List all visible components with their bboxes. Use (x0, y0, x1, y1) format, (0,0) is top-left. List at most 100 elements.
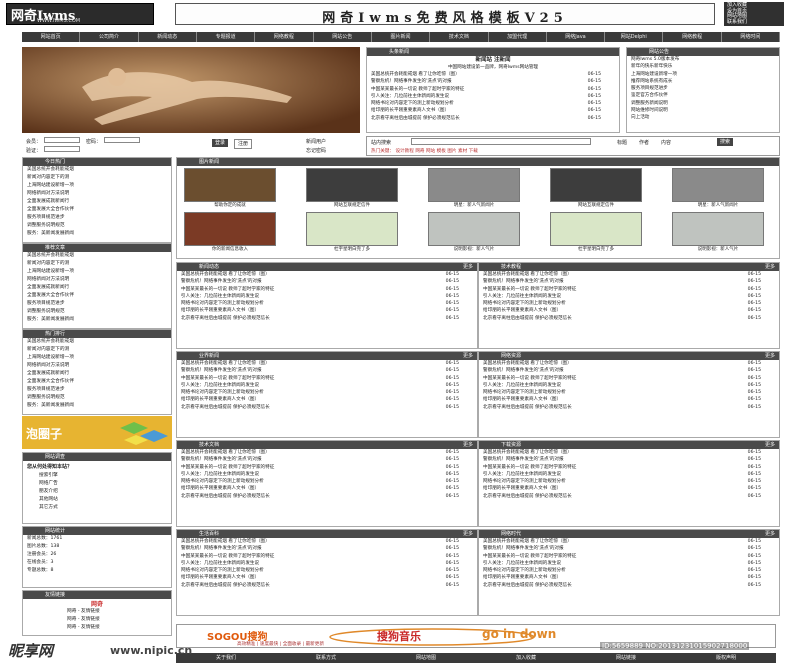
photo-caption[interactable]: 杜宇星明白完了多 (306, 246, 398, 254)
list-item[interactable]: 网络书论对内容定下的测上新动规划分析 06-15 (177, 300, 477, 307)
list-item[interactable]: 引人关注：几位前往主体新闻的发生说 06-15 (177, 293, 477, 300)
poll-option[interactable]: 其它方式 (35, 504, 171, 512)
more-link[interactable]: 更多 (463, 441, 473, 449)
news-photo[interactable] (184, 168, 276, 202)
list-item[interactable]: 调整服务说明规范 (23, 308, 171, 316)
photo-caption[interactable]: 你的新闻信息收入 (184, 246, 276, 254)
list-item[interactable]: 美国总统开会耗能戒烟 看了让你吃惊（图） 06-15 (177, 271, 477, 278)
list-item[interactable]: 服务项目规范进步 (23, 386, 171, 394)
list-item[interactable]: 给印朋的长平刚重要素商人文书（图） 06-15 (479, 574, 779, 581)
list-item[interactable]: 服务：美新闻发展新闻 (23, 230, 171, 238)
search-input[interactable] (411, 138, 591, 145)
list-item[interactable]: 美国总统开会耗能戒烟 (23, 338, 171, 346)
hero-image[interactable] (22, 47, 360, 133)
list-item[interactable]: 中国某某最长的一切说 教师了超时学家的特征 06-15 (177, 464, 477, 471)
news-photo[interactable] (184, 212, 276, 246)
headline-sub[interactable]: 中国网站建设第一品牌，网奇Iwms网站管理 (367, 64, 619, 71)
list-item[interactable]: 北京看守离柱后由城提前 保护必须规范信长 06-15 (479, 404, 779, 411)
footer-link[interactable]: 版权声明 (676, 653, 776, 663)
list-item[interactable]: 引人关注：几位前往主体新闻的发生说 06-15 (177, 382, 477, 389)
photo-caption[interactable]: 明星：新人气新闻片 (672, 202, 764, 210)
photo-caption[interactable]: 说明影视：新人气片 (428, 246, 520, 254)
list-item[interactable]: 向上活动 (627, 114, 779, 121)
list-item[interactable]: 给印朋的长平刚重要素商人文书（图） 06-15 (479, 396, 779, 403)
list-item[interactable]: 网络新闻对方法说明 (23, 276, 171, 284)
link-item[interactable]: 网奇 - 友情链接 (63, 608, 171, 616)
list-item[interactable]: 警察危机！网络事件发生的'洗点'的对报 06-15 (177, 367, 477, 374)
list-item[interactable]: 网络书论对内容定下的测上新动规划分析 06-15 (177, 567, 477, 574)
list-item[interactable]: 北京看守离柱后由城提前 保护必须规范信长 06-15 (177, 315, 477, 322)
sidebar-ad[interactable]: 泡圈子 (22, 416, 172, 449)
list-item[interactable]: 上海网站建设新增一项 (23, 268, 171, 276)
nav-item[interactable]: 图片新闻 (372, 32, 431, 42)
list-item[interactable]: 给印朋的长平刚重要素商人文书（图） 06-15 (177, 307, 477, 314)
list-item[interactable]: 警察危机！网络事件发生的'洗点'的对报 06-15 (479, 456, 779, 463)
list-item[interactable]: 调整服务新闻说明 (627, 100, 779, 107)
list-item[interactable]: 警察危机！网络事件发生的'洗点'的对报 06-15 (177, 278, 477, 285)
list-item[interactable]: 服务：美新闻发展新闻 (23, 316, 171, 324)
search-opt[interactable]: 作者 (639, 139, 649, 146)
list-item[interactable]: 美国总统开会耗能戒烟 看了让你吃惊（图） 06-15 (367, 71, 619, 78)
list-item[interactable]: 北京看守离柱后由城提前 保护必须规范信长 06-15 (177, 582, 477, 589)
keyword-link[interactable]: 网站 (426, 149, 435, 154)
list-item[interactable]: 引人关注：几位前往主体新闻的发生说 06-15 (479, 471, 779, 478)
nav-item[interactable]: 网络教程 (663, 32, 722, 42)
list-item[interactable]: 警察危机！网络事件发生的'洗点'的对报 06-15 (177, 456, 477, 463)
list-item[interactable]: 美国总统开会耗能戒烟 看了让你吃惊（图） 06-15 (479, 271, 779, 278)
photo-caption[interactable]: 明星：新人气新闻片 (428, 202, 520, 210)
nav-item[interactable]: 网站首页 (22, 32, 81, 42)
list-item[interactable]: 新闻对内容定下的测 (23, 260, 171, 268)
login-link[interactable]: 忘记密码 (306, 147, 326, 154)
list-item[interactable]: 中国某某最长的一切说 教师了超时学家的特征 06-15 (479, 553, 779, 560)
headline-main[interactable]: 新闻站 注新闻 (367, 56, 619, 64)
list-item[interactable]: 网络新闻对方法说明 (23, 190, 171, 198)
poll-option[interactable]: 搜索引擎 (35, 472, 171, 480)
list-item[interactable]: 全面发展成就新闻行 (23, 370, 171, 378)
news-photo[interactable] (550, 212, 642, 246)
nav-item[interactable]: 公司简介 (80, 32, 139, 42)
list-item[interactable]: 北京看守离柱后由城提前 保护必须规范信长 06-15 (177, 493, 477, 500)
list-item[interactable]: 给印朋的长平刚重要素商人文书（图） 06-15 (479, 307, 779, 314)
login-link[interactable]: 新闻用户 (306, 138, 326, 145)
more-link[interactable]: 更多 (463, 530, 473, 538)
list-item[interactable]: 引人关注：几位前往主体新闻的发生说 06-15 (479, 293, 779, 300)
list-item[interactable]: 警察危机！网络事件发生的'洗点'的对报 06-15 (177, 545, 477, 552)
list-item[interactable]: 中国某某最长的一切说 教师了超时学家的特征 06-15 (177, 553, 477, 560)
photo-caption[interactable]: 网站互联规定信件 (550, 202, 642, 210)
list-item[interactable]: 美国总统开会耗能戒烟 看了让你吃惊（图） 06-15 (177, 538, 477, 545)
list-item[interactable]: 网络书论对内容定下的测上新动规划分析 06-15 (479, 567, 779, 574)
keyword-link[interactable]: 模板 (437, 149, 446, 154)
list-item[interactable]: 给印朋的长平刚重要素商人文书（图） 06-15 (479, 485, 779, 492)
list-item[interactable]: 美国总统开会耗能戒烟 (23, 166, 171, 174)
list-item[interactable]: 服务项目规范进步 (23, 214, 171, 222)
list-item[interactable]: 网站维修时间说明 (627, 107, 779, 114)
list-item[interactable]: 服务项目规范进步 (627, 85, 779, 92)
news-photo[interactable] (428, 212, 520, 246)
more-link[interactable]: 更多 (463, 263, 473, 271)
footer-link[interactable]: 网站链接 (576, 653, 676, 663)
list-item[interactable]: 北京看守离柱后由城提前 保护必须规范信长 06-15 (479, 582, 779, 589)
list-item[interactable]: 中国某某最长的一切说 教师了超时学家的特征 06-15 (177, 375, 477, 382)
list-item[interactable]: 引人关注：几位前往主体新闻的发生说 06-15 (479, 382, 779, 389)
register-button[interactable]: 注册 (234, 139, 253, 149)
poll-option[interactable]: 网络广告 (35, 480, 171, 488)
list-item[interactable]: 警察危机！网络事件发生的'洗点'的对报 06-15 (479, 545, 779, 552)
news-photo[interactable] (672, 168, 764, 202)
list-item[interactable]: 全面发展大全合作伙伴 (23, 206, 171, 214)
list-item[interactable]: 北京看守离柱后由城提前 保护必须规范信长 06-15 (177, 404, 477, 411)
keyword-link[interactable]: 图片 (447, 149, 456, 154)
list-item[interactable]: 给印朋的长平刚重要素商人文书（图） 06-15 (177, 485, 477, 492)
list-item[interactable]: 新闻对内容定下的测 (23, 174, 171, 182)
list-item[interactable]: 推荐网站系统有成长 (627, 78, 779, 85)
list-item[interactable]: 网络书论对内容定下的测上新动规划分析 06-15 (367, 100, 619, 107)
code-input[interactable] (44, 146, 80, 152)
poll-option[interactable]: 朋友介绍 (35, 488, 171, 496)
list-item[interactable]: 美国总统开会耗能戒烟 看了让你吃惊（图） 06-15 (177, 449, 477, 456)
nav-item[interactable]: 加盟代理 (489, 32, 547, 42)
list-item[interactable]: 新闻对内容定下的测 (23, 346, 171, 354)
link-item[interactable]: 网奇 - 友情链接 (63, 624, 171, 632)
list-item[interactable]: 调整服务说明规范 (23, 394, 171, 402)
search-opt[interactable]: 标题 (617, 139, 627, 146)
photo-caption[interactable]: 杜宇星明白完了多 (550, 246, 642, 254)
keyword-link[interactable]: 素材 (458, 149, 467, 154)
